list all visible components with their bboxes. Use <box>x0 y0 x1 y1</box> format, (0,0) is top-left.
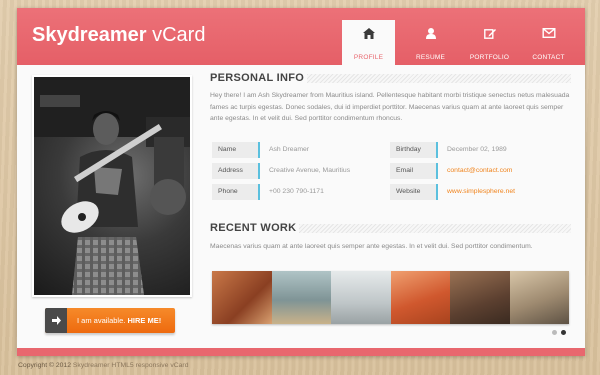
gallery-thumb-1[interactable] <box>212 271 272 324</box>
gallery-thumb-3[interactable] <box>331 271 391 324</box>
brand-name: Skydreamer <box>32 24 147 46</box>
tab-resume-label: RESUME <box>415 54 445 61</box>
recent-work-description: Maecenas varius quam at ante laoreet qui… <box>210 243 533 250</box>
page-footer: Copyright © 2012 Skydreamer HTML5 respon… <box>18 362 188 369</box>
tab-profile[interactable]: PROFILE <box>342 20 395 65</box>
heading-divider <box>299 224 571 233</box>
header-bar: Skydreamer vCard PROFILE RESUME PORTFOLI… <box>17 8 585 65</box>
personal-info-intro: Hey there! I am Ash Skydreamer from Maur… <box>210 92 570 122</box>
hire-me-button[interactable]: I am available. HIRE ME! <box>45 308 175 333</box>
brand-suffix: vCard <box>146 24 206 46</box>
info-key: Name <box>212 142 260 158</box>
mail-icon <box>542 28 555 38</box>
email-link[interactable]: contact@contact.com <box>447 167 512 174</box>
main-nav: PROFILE RESUME PORTFOLIO CONTACT <box>342 20 578 65</box>
tab-contact[interactable]: CONTACT <box>519 20 578 65</box>
hire-action: HIRE ME! <box>127 316 162 325</box>
edit-icon <box>483 29 496 39</box>
info-key: Website <box>390 184 438 200</box>
slider-dot-active[interactable] <box>561 330 566 335</box>
arrow-right-icon <box>45 308 67 333</box>
tab-portfolio-label: PORTFOLIO <box>469 54 510 61</box>
slider-pagination <box>552 330 566 335</box>
website-link[interactable]: www.simplesphere.net <box>447 188 515 195</box>
info-key: Phone <box>212 184 260 200</box>
tab-resume[interactable]: RESUME <box>401 20 460 65</box>
info-key: Email <box>390 163 438 179</box>
profile-photo-frame <box>32 75 192 297</box>
footer-credit-link[interactable]: Skydreamer HTML5 responsive vCard <box>73 362 189 369</box>
guitarist-photo-illustration <box>34 77 190 295</box>
recent-work-heading: RECENT WORK <box>210 222 297 234</box>
gallery-thumb-6[interactable] <box>509 271 569 324</box>
info-key: Birthday <box>390 142 438 158</box>
hire-me-text: I am available. HIRE ME! <box>77 316 161 325</box>
slider-dot[interactable] <box>552 330 557 335</box>
portfolio-gallery <box>212 271 569 324</box>
heading-divider <box>307 74 571 83</box>
info-value: Ash Dreamer <box>269 146 310 153</box>
tab-contact-label: CONTACT <box>532 54 565 61</box>
copyright-text: Copyright © 2012 <box>18 362 71 369</box>
info-value: +00 230 790-1171 <box>269 188 324 195</box>
personal-info-heading: PERSONAL INFO <box>210 72 305 84</box>
info-value: December 02, 1989 <box>447 146 507 153</box>
footer-accent-bar <box>17 348 585 356</box>
tab-profile-label: PROFILE <box>353 54 384 61</box>
hire-prefix: I am available. <box>77 316 126 325</box>
site-logo-text[interactable]: Skydreamer vCard <box>32 24 205 47</box>
home-icon <box>362 28 375 39</box>
info-key: Address <box>212 163 260 179</box>
profile-photo <box>34 77 190 295</box>
gallery-thumb-2[interactable] <box>271 271 331 324</box>
gallery-thumb-4[interactable] <box>390 271 450 324</box>
gallery-thumb-5[interactable] <box>450 271 510 324</box>
tab-portfolio[interactable]: PORTFOLIO <box>460 20 519 65</box>
info-value: Creative Avenue, Mauritius <box>269 167 351 174</box>
user-icon <box>425 28 436 39</box>
vcard-container: Skydreamer vCard PROFILE RESUME PORTFOLI… <box>17 8 585 356</box>
